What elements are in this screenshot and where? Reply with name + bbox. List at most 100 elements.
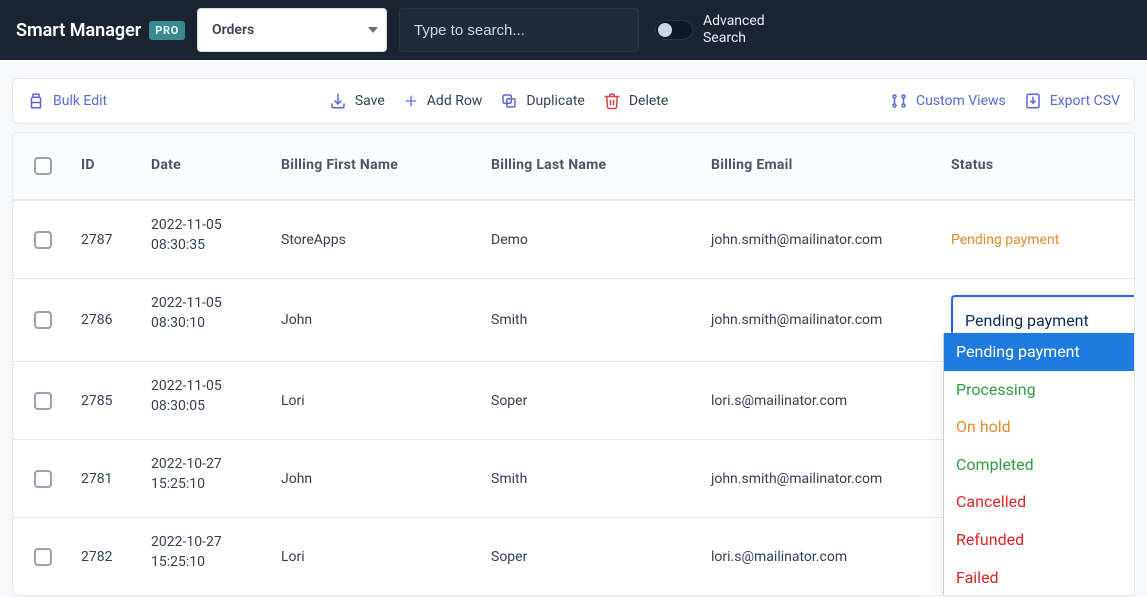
copy-icon — [500, 92, 518, 110]
export-icon — [1024, 92, 1042, 110]
cell-billing-first[interactable]: Lori — [273, 361, 483, 439]
header-status[interactable]: Status — [943, 133, 1134, 199]
export-csv-label: Export CSV — [1050, 93, 1120, 109]
search-input[interactable] — [399, 8, 639, 52]
cell-billing-email[interactable]: lori.s@mailinator.com — [703, 361, 943, 439]
search — [399, 8, 639, 52]
cell-date-value: 2022-10-27 — [151, 456, 265, 472]
header-id[interactable]: ID — [73, 133, 143, 199]
cell-time-value: 08:30:35 — [151, 237, 265, 253]
row-checkbox[interactable] — [34, 548, 52, 566]
header-checkbox-cell — [13, 133, 73, 199]
duplicate-label: Duplicate — [526, 93, 585, 109]
toolbar-right: Custom Views Export CSV — [890, 92, 1120, 110]
cell-billing-last[interactable]: Demo — [483, 200, 703, 278]
chevron-down-icon — [368, 27, 378, 33]
cell-date-value: 2022-11-05 — [151, 217, 265, 233]
cell-time-value: 15:25:10 — [151, 554, 265, 570]
cell-date-value: 2022-10-27 — [151, 534, 265, 550]
entity-select[interactable]: Orders — [197, 8, 387, 52]
status-option[interactable]: Completed — [944, 446, 1135, 484]
toolbar: Bulk Edit Save Add Row Duplicate Delete … — [12, 78, 1135, 124]
cell-billing-first[interactable]: John — [273, 439, 483, 517]
duplicate-button[interactable]: Duplicate — [500, 92, 585, 110]
status-option[interactable]: On hold — [944, 408, 1135, 446]
add-row-button[interactable]: Add Row — [403, 93, 483, 109]
pro-badge: PRO — [149, 21, 185, 40]
toggle-knob — [658, 23, 672, 37]
status-dropdown: Pending paymentProcessingOn holdComplete… — [943, 333, 1135, 596]
cell-billing-email[interactable]: john.smith@mailinator.com — [703, 200, 943, 278]
cell-time-value: 08:30:10 — [151, 315, 265, 331]
table-header-row: ID Date Billing First Name Billing Last … — [13, 133, 1134, 200]
header-date[interactable]: Date — [143, 133, 273, 199]
bulk-edit-label: Bulk Edit — [53, 93, 107, 109]
cell-billing-email[interactable]: john.smith@mailinator.com — [703, 439, 943, 517]
cell-date[interactable]: 2022-10-27 15:25:10 — [143, 439, 273, 517]
plus-icon — [403, 93, 419, 109]
row-checkbox[interactable] — [34, 231, 52, 249]
cell-billing-email[interactable]: lori.s@mailinator.com — [703, 517, 943, 595]
row-checkbox[interactable] — [34, 470, 52, 488]
save-label: Save — [355, 93, 385, 109]
cell-date[interactable]: 2022-11-05 08:30:05 — [143, 361, 273, 439]
bulk-edit-button[interactable]: Bulk Edit — [27, 92, 107, 110]
printer-icon — [27, 92, 45, 110]
toolbar-center: Save Add Row Duplicate Delete — [329, 92, 668, 110]
cell-billing-first[interactable]: StoreApps — [273, 200, 483, 278]
trash-icon — [603, 92, 621, 110]
cell-date[interactable]: 2022-10-27 15:25:10 — [143, 517, 273, 595]
header-billing-last[interactable]: Billing Last Name — [483, 133, 703, 199]
cell-billing-email[interactable]: john.smith@mailinator.com — [703, 278, 943, 361]
header-billing-first[interactable]: Billing First Name — [273, 133, 483, 199]
status-text: Pending payment — [951, 232, 1059, 248]
grid-icon — [890, 92, 908, 110]
app-header: Smart Manager PRO Orders Advanced Search — [0, 0, 1147, 60]
brand-title: Smart Manager — [16, 20, 141, 41]
cell-billing-last[interactable]: Soper — [483, 361, 703, 439]
custom-views-button[interactable]: Custom Views — [890, 92, 1006, 110]
cell-date[interactable]: 2022-11-0508:30:10 — [143, 278, 273, 361]
status-option[interactable]: Failed — [944, 559, 1135, 596]
cell-time-value: 08:30:05 — [151, 398, 265, 414]
cell-date[interactable]: 2022-11-05 08:30:35 — [143, 200, 273, 278]
advanced-search-label: Advanced Search — [703, 13, 765, 47]
add-row-label: Add Row — [427, 93, 483, 109]
row-checkbox[interactable] — [34, 311, 52, 329]
cell-time-value: 15:25:10 — [151, 476, 265, 492]
cell-billing-first[interactable]: Lori — [273, 517, 483, 595]
advanced-search-toggle[interactable] — [655, 20, 693, 40]
select-all-checkbox[interactable] — [34, 157, 52, 175]
row-checkbox-cell — [13, 517, 73, 595]
advanced-search: Advanced Search — [655, 13, 765, 47]
table: ID Date Billing First Name Billing Last … — [12, 132, 1135, 596]
header-billing-email[interactable]: Billing Email — [703, 133, 943, 199]
cell-billing-first[interactable]: John — [273, 278, 483, 361]
cell-status[interactable]: Pending payment — [943, 200, 1135, 278]
status-option[interactable]: Processing — [944, 371, 1135, 409]
cell-id[interactable]: 2787 — [73, 200, 143, 278]
export-csv-button[interactable]: Export CSV — [1024, 92, 1120, 110]
status-option[interactable]: Refunded — [944, 521, 1135, 559]
custom-views-label: Custom Views — [916, 93, 1006, 109]
cell-billing-last[interactable]: Smith — [483, 278, 703, 361]
cell-status[interactable]: Pending paymentPending paymentProcessing… — [943, 278, 1135, 361]
cell-billing-last[interactable]: Smith — [483, 439, 703, 517]
delete-label: Delete — [629, 93, 668, 109]
save-button[interactable]: Save — [329, 92, 385, 110]
cell-id[interactable]: 2786 — [73, 278, 143, 361]
cell-date-value: 2022-11-05 — [151, 378, 265, 394]
row-checkbox[interactable] — [34, 392, 52, 410]
status-option[interactable]: Pending payment — [944, 333, 1135, 371]
cell-id[interactable]: 2785 — [73, 361, 143, 439]
advanced-search-label-line2: Search — [703, 30, 765, 47]
cell-id[interactable]: 2781 — [73, 439, 143, 517]
status-option[interactable]: Cancelled — [944, 483, 1135, 521]
save-icon — [329, 92, 347, 110]
status-select-value: Pending payment — [965, 311, 1089, 330]
table-body: 27872022-11-0508:30:35StoreAppsDemojohn.… — [13, 200, 1134, 595]
cell-id[interactable]: 2782 — [73, 517, 143, 595]
delete-button[interactable]: Delete — [603, 92, 668, 110]
toolbar-left: Bulk Edit — [27, 92, 107, 110]
cell-billing-last[interactable]: Soper — [483, 517, 703, 595]
